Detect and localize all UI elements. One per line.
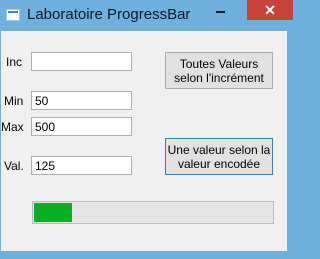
minimize-button[interactable]: [207, 0, 234, 20]
progress-bar: [32, 201, 274, 224]
min-label: Min: [4, 94, 24, 108]
progress-fill: [34, 203, 72, 222]
close-button[interactable]: ✕: [247, 0, 293, 20]
form-client-area: Inc Min Max Val. Toutes Valeurs selon l'…: [1, 31, 287, 251]
one-value-button[interactable]: Une valeur selon la valeur encodée: [165, 138, 273, 175]
window-title: Laboratoire ProgressBar: [27, 6, 191, 23]
val-field[interactable]: [31, 156, 132, 175]
all-values-button[interactable]: Toutes Valeurs selon l'incrément: [165, 52, 273, 89]
inc-field[interactable]: [31, 52, 132, 71]
minimize-icon: [216, 11, 225, 13]
form-icon: [6, 9, 20, 21]
app-window: Laboratoire ProgressBar ✕ Inc Min Max Va…: [0, 0, 295, 259]
max-label: Max: [1, 120, 24, 134]
val-label: Val.: [4, 159, 24, 173]
max-field[interactable]: [31, 117, 132, 136]
inc-label: Inc: [6, 55, 23, 69]
close-icon: ✕: [264, 1, 276, 18]
min-field[interactable]: [31, 91, 132, 110]
title-bar[interactable]: Laboratoire ProgressBar ✕: [0, 0, 295, 31]
